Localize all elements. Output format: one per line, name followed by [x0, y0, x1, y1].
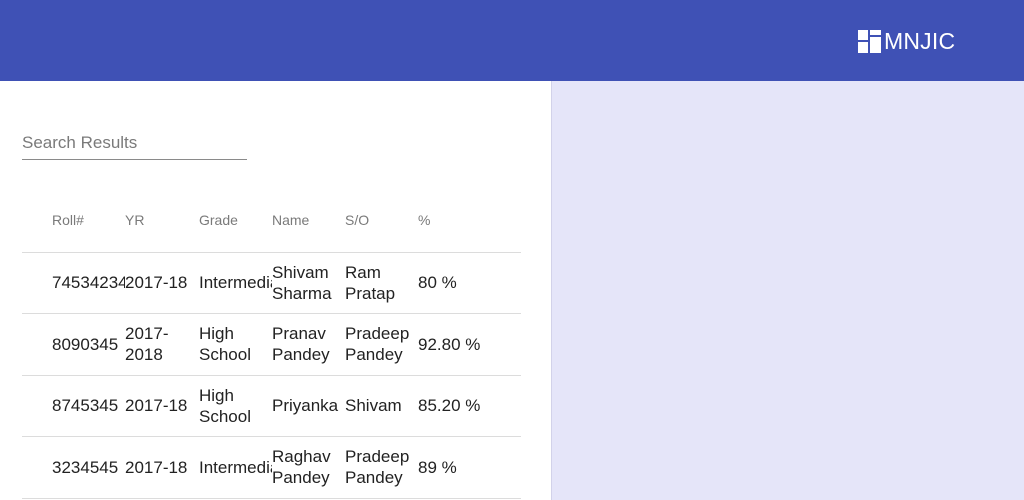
search-field[interactable] — [22, 129, 247, 160]
results-table: Roll# YR Grade Name S/O % 74534234 2017-… — [22, 189, 521, 499]
cell-grade: High School — [199, 313, 272, 376]
column-header-percent[interactable]: % — [418, 189, 521, 253]
cell-yr: 2017-18 — [125, 252, 199, 314]
brand-name: MNJIC — [884, 28, 956, 54]
cell-so: Shivam — [345, 375, 418, 437]
windows-grid-logo-icon — [858, 29, 881, 53]
table-row[interactable]: 8090345 2017-2018 High School Pranav Pan… — [22, 313, 521, 376]
cell-yr: 2017-18 — [125, 436, 199, 499]
table-row[interactable]: 8745345 2017-18 High School Priyanka Shi… — [22, 375, 521, 437]
cell-name: Pranav Pandey — [272, 313, 345, 376]
cell-roll: 74534234 — [22, 252, 125, 314]
column-header-grade[interactable]: Grade — [199, 189, 272, 253]
column-header-name[interactable]: Name — [272, 189, 345, 253]
cell-yr: 2017-2018 — [125, 313, 199, 376]
cell-name: Priyanka — [272, 375, 345, 437]
cell-so: Ram Pratap — [345, 252, 418, 314]
column-header-roll[interactable]: Roll# — [22, 189, 125, 253]
cell-roll: 3234545 — [22, 436, 125, 499]
cell-so: Pradeep Pandey — [345, 313, 418, 376]
app-header: MNJIC — [0, 0, 1024, 81]
cell-so: Pradeep Pandey — [345, 436, 418, 499]
detail-panel — [551, 81, 1024, 500]
column-header-yr[interactable]: YR — [125, 189, 199, 253]
table-row[interactable]: 3234545 2017-18 Intermediate Raghav Pand… — [22, 436, 521, 499]
cell-percent: 80 % — [418, 252, 521, 314]
cell-roll: 8745345 — [22, 375, 125, 437]
cell-percent: 92.80 % — [418, 313, 521, 376]
cell-yr: 2017-18 — [125, 375, 199, 437]
cell-name: Shivam Sharma — [272, 252, 345, 314]
cell-percent: 89 % — [418, 436, 521, 499]
cell-percent: 85.20 % — [418, 375, 521, 437]
cell-grade: Intermediate — [199, 436, 272, 499]
column-header-so[interactable]: S/O — [345, 189, 418, 253]
cell-grade: High School — [199, 375, 272, 437]
brand-link[interactable]: MNJIC — [858, 28, 955, 54]
table-row[interactable]: 74534234 2017-18 Intermediate Shivam Sha… — [22, 252, 521, 314]
table-header-row: Roll# YR Grade Name S/O % — [22, 189, 521, 253]
cell-grade: Intermediate — [199, 252, 272, 314]
cell-name: Raghav Pandey — [272, 436, 345, 499]
cell-roll: 8090345 — [22, 313, 125, 376]
search-input[interactable] — [22, 129, 247, 157]
results-panel: Roll# YR Grade Name S/O % 74534234 2017-… — [0, 81, 551, 500]
